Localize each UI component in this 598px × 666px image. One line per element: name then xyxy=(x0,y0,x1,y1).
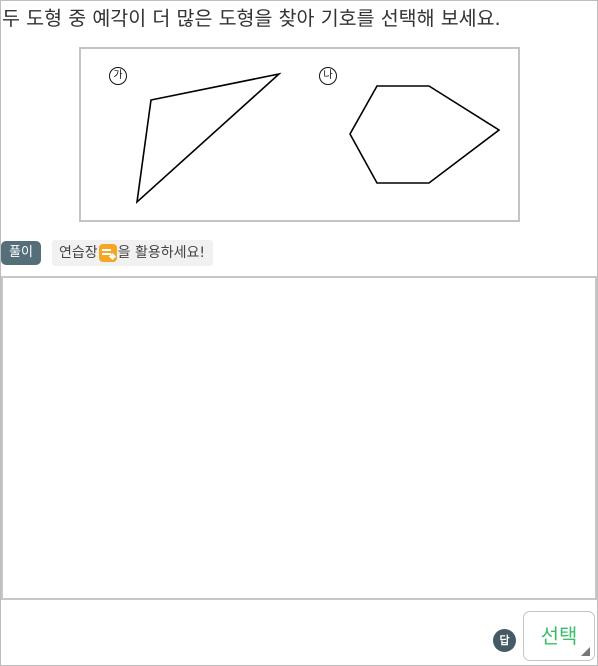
dropdown-corner-icon xyxy=(581,647,590,656)
figures-svg xyxy=(135,72,501,205)
figure-label-ga: 가 xyxy=(109,67,127,85)
hint-text-before: 연습장 xyxy=(59,245,98,261)
hint-text-after: 을 활용하세요! xyxy=(117,245,205,261)
select-answer-button[interactable]: 선택 xyxy=(523,611,595,661)
solution-badge: 풀이 xyxy=(1,241,41,265)
triangle-shape xyxy=(135,72,282,205)
figure-label-na: 나 xyxy=(319,67,337,85)
pencil-note-icon xyxy=(98,244,117,262)
answer-badge: 답 xyxy=(493,629,516,652)
select-label: 선택 xyxy=(540,626,578,648)
solution-work-area[interactable] xyxy=(1,276,597,600)
question-text: 두 도형 중 예각이 더 많은 도형을 찾아 기호를 선택해 보세요. xyxy=(2,7,501,30)
pentagon-shape xyxy=(349,85,501,184)
figure-box: 가 나 xyxy=(79,47,520,222)
practice-hint: 연습장 을 활용하세요! xyxy=(52,240,213,266)
